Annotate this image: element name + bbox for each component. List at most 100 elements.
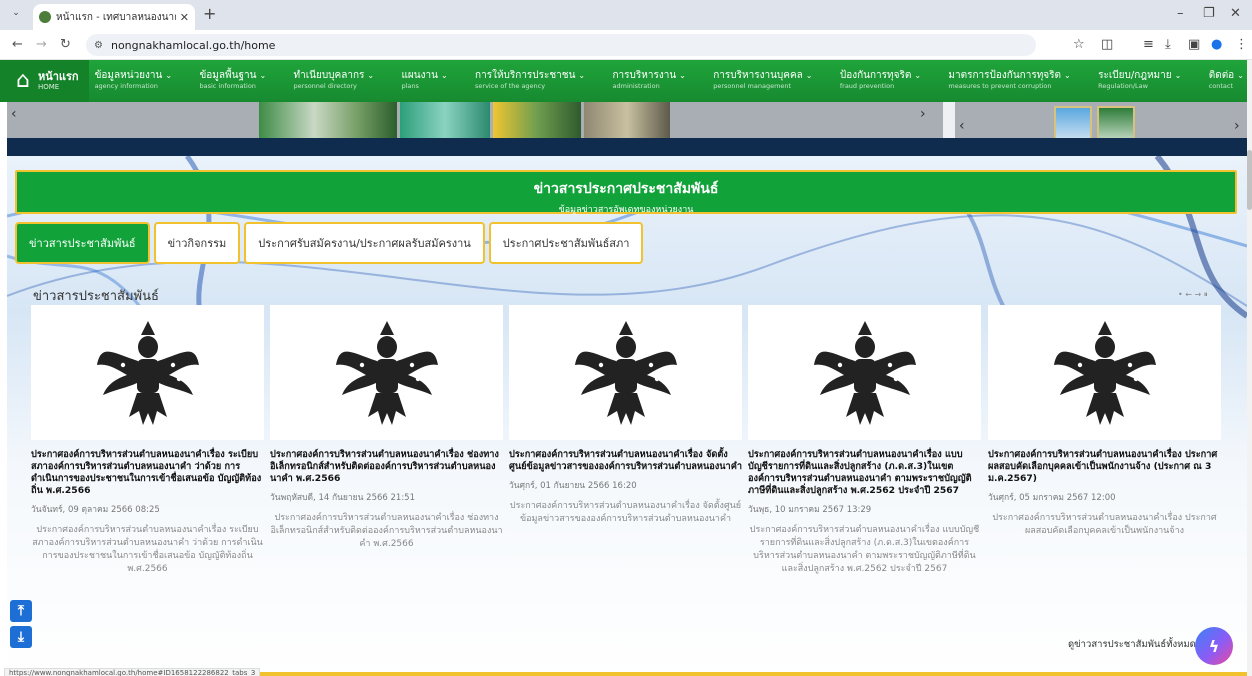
close-window-icon[interactable]: ✕ <box>1230 6 1241 21</box>
nav-item-personnel-management[interactable]: การบริหารงานบุคคล ⌄ personnel management <box>713 70 812 92</box>
nav-item-service[interactable]: การให้บริการประชาชน ⌄ service of the agenc… <box>475 70 585 92</box>
news-card-title[interactable]: ประกาศองค์การบริหารส่วนตำบลหนองนาคำเรื่อ… <box>748 449 981 497</box>
tab-title: หน้าแรก - เทศบาลหนองนาคำ อ.เมือง <box>56 11 176 23</box>
tab-council-announcements[interactable]: ประกาศประชาสัมพันธ์สภา <box>488 222 644 264</box>
reading-list-icon[interactable]: ≡ <box>1143 37 1154 52</box>
chevron-down-icon: ⌄ <box>367 71 375 80</box>
news-card-excerpt: ประกาศองค์การบริหารส่วนตำบลหนองนาคำเรื่อ… <box>992 513 1217 536</box>
news-card-date: วันศุกร์, 01 กันยายน 2566 16:20 <box>509 481 637 491</box>
news-card-date: วันพฤหัสบดี, 14 กันยายน 2566 21:51 <box>270 493 415 503</box>
news-heading-banner: ข่าวสารประกาศประชาสัมพันธ์ ข้อมูลข่าวสาร… <box>15 170 1237 215</box>
nav-item-sub: basic information <box>199 82 256 90</box>
news-card-title[interactable]: ประกาศองค์การบริหารส่วนตำบลหนองนาคำเรื่อ… <box>509 449 742 473</box>
tab-activities[interactable]: ข่าวกิจกรรม <box>153 222 241 264</box>
nav-item-sub: agency information <box>94 82 158 90</box>
carousel-controls[interactable]: • ← → ⏸ <box>1178 290 1208 300</box>
page-scrollbar[interactable] <box>1247 60 1252 676</box>
minimize-icon[interactable]: – <box>1177 6 1184 21</box>
news-card-date: วันจันทร์, 09 ตุลาคม 2566 08:25 <box>31 505 160 515</box>
news-tabs: ข่าวสารประชาสัมพันธ์ ข่าวกิจกรรม ประกาศร… <box>15 222 644 264</box>
news-heading: ข่าวสารประกาศประชาสัมพันธ์ <box>533 181 719 197</box>
nav-item-label: การบริหารงาน <box>612 70 677 81</box>
view-all-news-link[interactable]: ดูข่าวสารประชาสัมพันธ์ทั้งหมด <box>1068 637 1196 652</box>
news-card[interactable]: ประกาศองค์การบริหารส่วนตำบลหนองนาคำเรื่อ… <box>509 305 742 526</box>
nav-item-label: ติดต่อ <box>1208 70 1235 81</box>
nav-home[interactable]: ⌂ หน้าแรก HOME <box>0 60 89 102</box>
nav-item-sub: plans <box>401 82 419 90</box>
banner-image[interactable] <box>400 102 490 138</box>
menu-kebab-icon[interactable]: ⋮ <box>1235 37 1248 52</box>
nav-item-administration[interactable]: การบริหารงาน ⌄ administration <box>613 70 686 92</box>
nav-item-fraud-prevention[interactable]: ป้องกันการทุจริต ⌄ fraud prevention <box>840 70 921 92</box>
reload-icon[interactable]: ↻ <box>60 37 71 52</box>
back-icon[interactable]: ← <box>12 37 23 52</box>
site-main-nav: ⌂ หน้าแรก HOME ข้อมูลหน่วยงาน ⌄ agency inf… <box>0 60 1252 102</box>
garuda-emblem-image <box>988 305 1221 440</box>
tab-pr-news[interactable]: ข่าวสารประชาสัมพันธ์ <box>15 222 150 264</box>
news-card[interactable]: ประกาศองค์การบริหารส่วนตำบลหนองนาคำเรื่อ… <box>270 305 503 551</box>
close-tab-icon[interactable]: ✕ <box>180 11 189 24</box>
chevron-down-icon: ⌄ <box>165 71 173 80</box>
tab-search-icon[interactable]: ⌄ <box>8 8 24 22</box>
chevron-down-icon: ⌄ <box>440 71 448 80</box>
messenger-chat-icon[interactable]: ϟ <box>1195 627 1233 665</box>
chevron-down-icon: ⌄ <box>1064 71 1071 80</box>
nav-item-agency-info[interactable]: ข้อมูลหน่วยงาน ⌄ agency information <box>95 70 173 92</box>
nav-item-personnel[interactable]: ทำเนียบบุคลากร ⌄ personnel directory <box>294 70 375 92</box>
scroll-bottom-icon[interactable]: ⤓ <box>10 626 32 648</box>
scrollbar-thumb[interactable] <box>1247 150 1252 210</box>
news-card[interactable]: ประกาศองค์การบริหารส่วนตำบลหนองนาคำเรื่อ… <box>748 305 981 576</box>
nav-item-label: ข้อมูลหน่วยงาน <box>94 70 163 81</box>
bookmark-star-icon[interactable]: ☆ <box>1073 37 1085 52</box>
tab-job-announcements[interactable]: ประกาศรับสมัครงาน/ประกาศผลรับสมัครงาน <box>244 222 485 264</box>
nav-item-regulation[interactable]: ระเบียบ/กฎหมาย ⌄ Regulation/Law <box>1098 70 1181 92</box>
news-card[interactable]: ประกาศองค์การบริหารส่วนตำบลหนองนาคำเรื่อ… <box>988 305 1221 538</box>
banner-images <box>259 102 670 138</box>
news-card-title[interactable]: ประกาศองค์การบริหารส่วนตำบลหนองนาคำเรื่อ… <box>988 449 1221 485</box>
section-title: ข่าวสารประชาสัมพันธ์ <box>33 289 159 304</box>
nav-item-anti-corruption[interactable]: มาตรการป้องกันการทุจริต ⌄ measures to prev… <box>948 70 1070 92</box>
banner-image[interactable] <box>493 102 581 138</box>
scroll-top-icon[interactable]: ⤒ <box>10 600 32 622</box>
news-card-date: วันพุธ, 10 มกราคม 2567 13:29 <box>748 505 872 515</box>
banner-image[interactable] <box>259 102 397 138</box>
nav-item-plans[interactable]: แผนงาน ⌄ plans <box>401 70 447 92</box>
garuda-emblem-image <box>270 305 503 440</box>
profile-avatar-icon[interactable]: ● <box>1211 37 1222 52</box>
forward-icon[interactable]: → <box>36 37 47 52</box>
url-text: nongnakhamlocal.go.th/home <box>110 38 276 52</box>
news-card-date: วันศุกร์, 05 มกราคม 2567 12:00 <box>988 493 1116 503</box>
status-bar-url: https://www.nongnakhamlocal.go.th/home#I… <box>4 668 261 676</box>
nav-item-basic-info[interactable]: ข้อมูลพื้นฐาน ⌄ basic information <box>199 70 266 92</box>
browser-tab-bar: ⌄ หน้าแรก - เทศบาลหนองนาคำ อ.เมือง ✕ + –… <box>0 0 1252 30</box>
news-card-title[interactable]: ประกาศองค์การบริหารส่วนตำบลหนองนาคำเรื่อ… <box>270 449 503 485</box>
chevron-down-icon: ⌄ <box>578 71 586 80</box>
extensions-icon[interactable]: ◫ <box>1101 37 1113 52</box>
news-card-title[interactable]: ประกาศองค์การบริหารส่วนตำบลหนองนาคำเรื่อ… <box>31 449 264 497</box>
download-icon[interactable]: ⤓ <box>1165 37 1171 52</box>
news-card-excerpt: ประกาศองค์การบริหารส่วนตำบลหนองนาคำเรื่อ… <box>32 525 263 574</box>
side-panel-icon[interactable]: ▣ <box>1188 37 1200 52</box>
banner-prev-icon[interactable]: ‹ <box>11 106 17 122</box>
restore-icon[interactable]: ❐ <box>1203 6 1215 21</box>
nav-item-sub: contact <box>1208 82 1234 90</box>
news-card-excerpt: ประกาศองค์การบริหารส่วนตำบลหนองนาคำเรื่อ… <box>749 525 980 574</box>
nav-item-label: การให้บริการประชาชน <box>475 70 576 81</box>
url-bar[interactable]: ⚙ nongnakhamlocal.go.th/home <box>86 34 1036 56</box>
home-icon: ⌂ <box>16 68 30 93</box>
garuda-emblem-image <box>31 305 264 440</box>
chevron-down-icon: ⌄ <box>914 71 922 80</box>
nav-item-label: แผนงาน <box>401 70 438 81</box>
executives-next-icon[interactable]: › <box>1234 118 1240 134</box>
garuda-emblem-image <box>509 305 742 440</box>
executives-prev-icon[interactable]: ‹ <box>959 118 965 134</box>
news-card[interactable]: ประกาศองค์การบริหารส่วนตำบลหนองนาคำเรื่อ… <box>31 305 264 576</box>
browser-tab[interactable]: หน้าแรก - เทศบาลหนองนาคำ อ.เมือง ✕ <box>33 4 195 30</box>
banner-image[interactable] <box>584 102 670 138</box>
news-subheading: ข้อมูลข่าวสารอัพเดทของหน่วยงาน <box>558 205 694 215</box>
nav-item-contact[interactable]: ติดต่อ ⌄ contact <box>1209 70 1244 92</box>
banner-next-icon[interactable]: › <box>920 106 926 122</box>
new-tab-icon[interactable]: + <box>203 6 216 22</box>
chevron-down-icon: ⌄ <box>805 71 813 80</box>
site-info-icon[interactable]: ⚙ <box>94 40 103 51</box>
